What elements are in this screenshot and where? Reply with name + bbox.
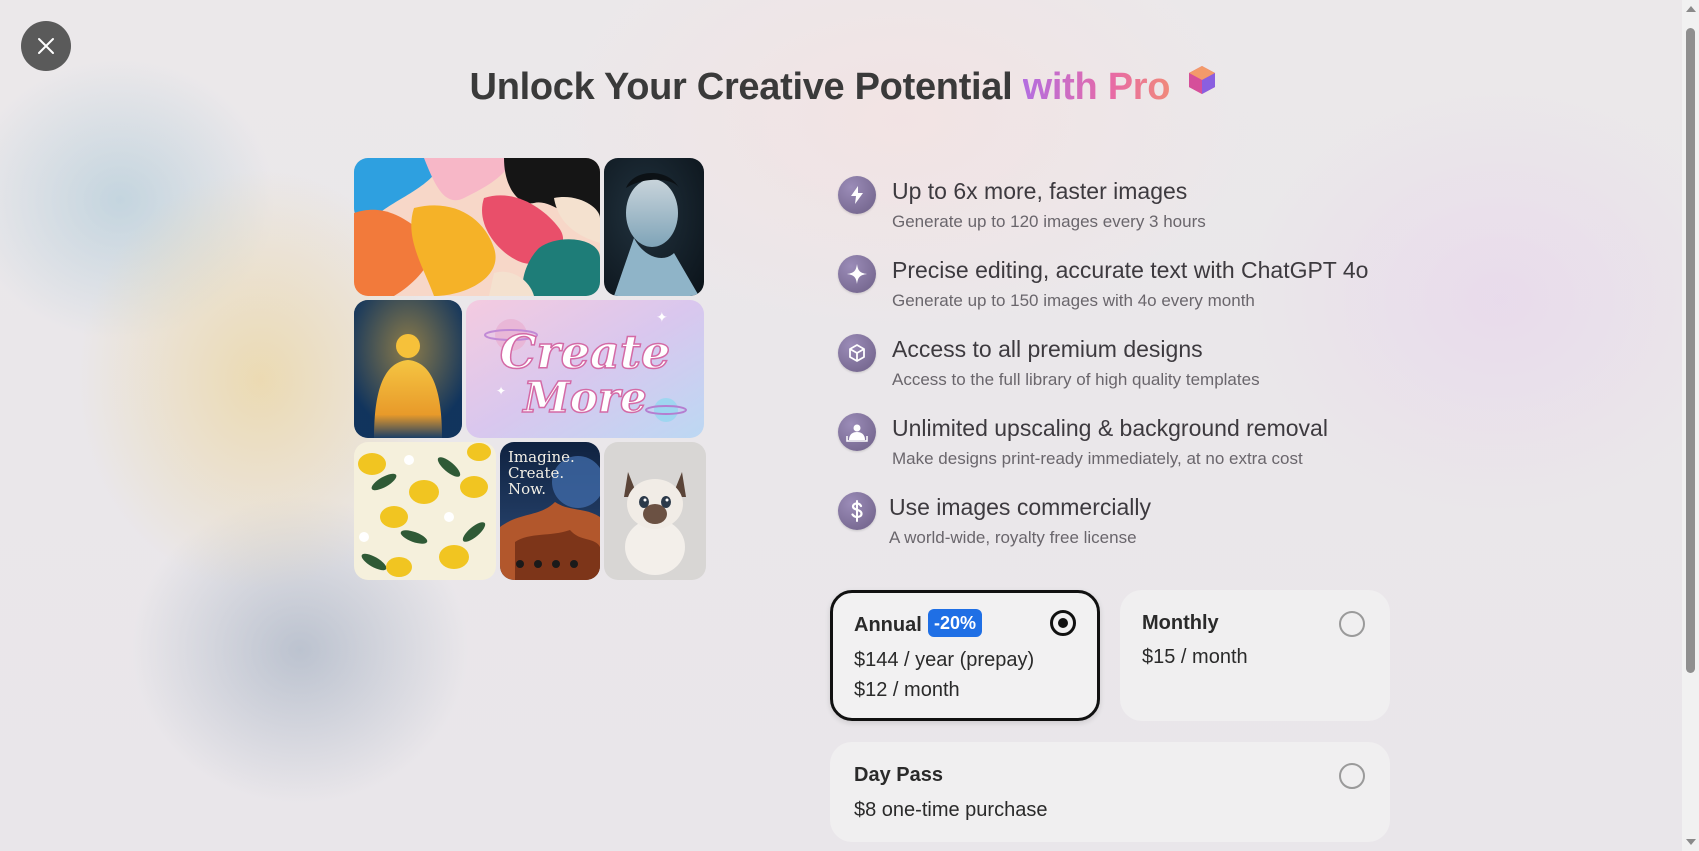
scrollbar-thumb[interactable] <box>1686 28 1695 673</box>
feature-description: Access to the full library of high quali… <box>892 370 1260 389</box>
plan-price: $8 one-time purchase <box>854 799 1048 821</box>
svg-text:More: More <box>521 373 646 422</box>
feature-title: Use images commercially <box>889 494 1152 520</box>
discount-badge: -20% <box>928 609 983 637</box>
svg-text:✦: ✦ <box>656 309 668 325</box>
plan-monthly[interactable]: Monthly $15 / month <box>1120 590 1390 721</box>
feature-list: Up to 6x more, faster images Generate up… <box>838 174 1398 569</box>
feature-item-faster-images: Up to 6x more, faster images Generate up… <box>838 174 1398 253</box>
scroll-up-arrow-icon[interactable] <box>1686 6 1696 12</box>
plan-price: $15 / month <box>1142 646 1248 668</box>
scroll-down-arrow-icon[interactable] <box>1686 839 1696 845</box>
plan-radio[interactable] <box>1339 763 1365 789</box>
svg-text:Create: Create <box>500 325 670 379</box>
pro-gem-icon <box>1188 62 1216 105</box>
box-icon <box>838 334 876 372</box>
feature-title: Up to 6x more, faster images <box>892 178 1188 204</box>
glowing-figure-image <box>354 300 462 438</box>
sparkle-icon <box>838 255 876 293</box>
feature-title: Precise editing, accurate text with Chat… <box>892 257 1369 283</box>
abstract-blobs-image <box>354 158 600 296</box>
plan-radio[interactable] <box>1339 611 1365 637</box>
feature-item-precise-editing: Precise editing, accurate text with Chat… <box>838 253 1398 332</box>
pro-collage: Create More ✦ ✦ Imagine. Create. Now. <box>352 156 706 582</box>
feature-description: Generate up to 150 images with 4o every … <box>892 291 1255 310</box>
feature-item-premium-designs: Access to all premium designs Access to … <box>838 332 1398 411</box>
headline-main: Unlock Your Creative Potential <box>469 66 1013 108</box>
dollar-icon <box>838 492 876 530</box>
scrollbar[interactable] <box>1682 0 1699 851</box>
page-title: Unlock Your Creative Potential with Pro <box>0 62 1686 109</box>
plan-price-monthly: $12 / month <box>854 679 960 701</box>
plan-name: Day Pass <box>854 764 943 786</box>
feature-title: Access to all premium designs <box>892 336 1203 362</box>
plan-day-pass[interactable]: Day Pass $8 one-time purchase <box>830 742 1390 842</box>
svg-text:Now.: Now. <box>508 480 546 498</box>
plan-annual[interactable]: Annual -20% $144 / year (prepay) $12 / m… <box>830 590 1100 721</box>
portrait-image <box>604 158 704 296</box>
close-icon <box>38 38 54 54</box>
feature-description: Generate up to 120 images every 3 hours <box>892 212 1206 231</box>
kitten-image <box>604 442 706 580</box>
feature-item-upscaling: Unlimited upscaling & background removal… <box>838 411 1398 490</box>
imagine-poster-image: Imagine. Create. Now. <box>500 442 600 580</box>
lemons-pattern-image <box>354 442 496 580</box>
feature-title: Unlimited upscaling & background removal <box>892 415 1328 441</box>
headline-accent: with Pro <box>1022 66 1171 108</box>
feature-item-commercial-use: Use images commercially A world-wide, ro… <box>838 490 1398 569</box>
create-more-lettering-image: Create More ✦ ✦ <box>466 300 704 438</box>
plan-name: Annual <box>854 614 922 636</box>
plan-radio[interactable] <box>1050 610 1076 636</box>
svg-text:✦: ✦ <box>496 384 506 398</box>
lightning-icon <box>838 176 876 214</box>
plan-name: Monthly <box>1142 612 1219 634</box>
person-image-icon <box>838 413 876 451</box>
feature-description: A world-wide, royalty free license <box>889 528 1137 547</box>
plan-price-yearly: $144 / year (prepay) <box>854 649 1035 671</box>
feature-description: Make designs print-ready immediately, at… <box>892 449 1303 468</box>
